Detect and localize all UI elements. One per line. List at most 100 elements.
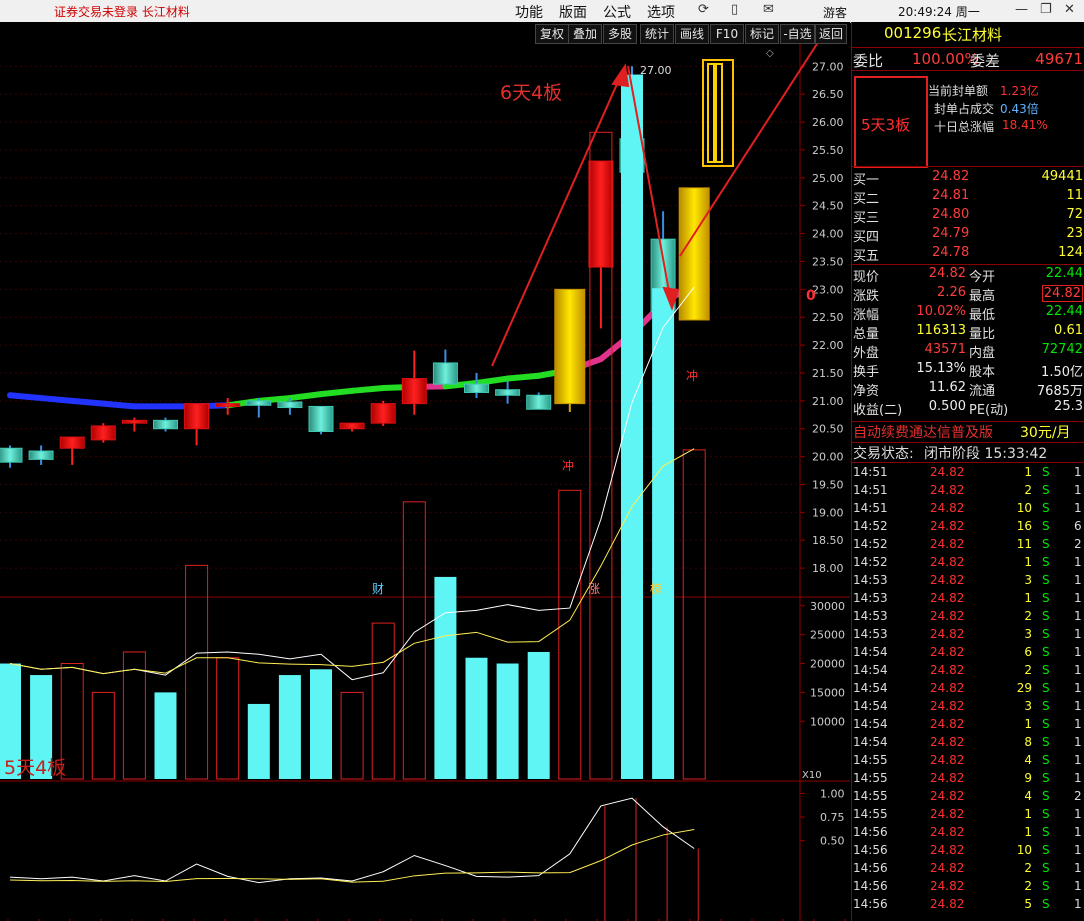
tick-side: S <box>1042 861 1050 875</box>
annotation-5d4b: 5天4板 <box>4 757 66 779</box>
volume-bar <box>465 657 488 779</box>
tick-time: 14:56 <box>853 843 888 857</box>
volume-tick-label: 15000 <box>810 686 845 699</box>
tick-time: 14:51 <box>853 483 888 497</box>
ma-segment <box>504 372 542 382</box>
candle-body <box>370 403 396 424</box>
tick-volume: 10 <box>1016 501 1032 515</box>
stat-value: 10.02% <box>916 304 966 319</box>
tick-price: 24.82 <box>930 771 965 785</box>
tick-price: 24.82 <box>930 573 965 587</box>
tick-time: 14:51 <box>853 501 888 515</box>
statistics-button[interactable]: 统计 <box>640 24 674 44</box>
login-notice[interactable]: 证券交易未登录 长江材料 <box>54 3 190 20</box>
mail-icon[interactable]: ✉ <box>763 2 774 17</box>
draw-line-button[interactable]: 画线 <box>675 24 709 44</box>
cai-marker: 财 <box>372 582 384 596</box>
bid-volume: 11 <box>1066 188 1083 203</box>
ma-segment <box>69 397 107 407</box>
price-tick-label: 25.00 <box>812 172 844 185</box>
bid-label: 买五 <box>853 249 880 264</box>
refresh-icon[interactable]: ⟳ <box>698 2 709 17</box>
bid-volume: 49441 <box>1041 169 1083 184</box>
menu-options[interactable]: 选项 <box>647 2 675 22</box>
menu-function[interactable]: 功能 <box>515 2 543 22</box>
bid-row[interactable]: 买四 24.79 23 <box>852 226 1084 245</box>
bid-row[interactable]: 买一 24.82 49441 <box>852 169 1084 188</box>
tick-time: 14:51 <box>853 465 888 479</box>
bid-volume: 23 <box>1066 226 1083 241</box>
promo-row[interactable]: 自动续费通达信普及版 30元/月 <box>852 422 1084 441</box>
tick-price: 24.82 <box>930 591 965 605</box>
return-button[interactable]: 返回 <box>815 24 847 44</box>
tick-count: 1 <box>1074 663 1082 677</box>
user-label[interactable]: 游客 <box>823 4 847 21</box>
tick-side: S <box>1042 699 1050 713</box>
vol-multiplier: X10 <box>802 770 822 781</box>
self-select-button[interactable]: -自选 <box>780 24 815 44</box>
tick-volume: 6 <box>1024 645 1032 659</box>
tick-side: S <box>1042 717 1050 731</box>
trade-tick-row: 14:56 24.82 2 S 1 <box>852 879 1084 897</box>
ma-segment <box>473 375 511 387</box>
tick-count: 2 <box>1074 537 1082 551</box>
trade-tick-row: 14:55 24.82 1 S 1 <box>852 807 1084 825</box>
volume-bar <box>216 657 240 780</box>
price-tick-label: 21.50 <box>812 367 844 380</box>
tick-side: S <box>1042 807 1050 821</box>
tick-count: 1 <box>1074 501 1082 515</box>
weibi-value: 100.00% <box>912 50 979 68</box>
candle-body <box>0 447 23 463</box>
diamond-icon[interactable]: ◇ <box>766 48 774 59</box>
menu-formula[interactable]: 公式 <box>603 2 631 22</box>
chart-toolbar: 复权 叠加 多股 统计 画线 F10 标记 -自选 返回 <box>0 22 850 44</box>
tick-count: 6 <box>1074 519 1082 533</box>
bid-label: 买四 <box>853 230 880 245</box>
indicator-panel <box>7 797 846 921</box>
mark-button[interactable]: 标记 <box>745 24 779 44</box>
minimize-icon[interactable]: — <box>1015 2 1028 17</box>
kline-chart[interactable]: 27.00 26.50 26.00 25.50 25.00 24.50 24.00 23.50… <box>0 44 850 921</box>
close-icon[interactable]: ✕ <box>1064 2 1075 17</box>
trade-tick-row: 14:55 24.82 4 S 2 <box>852 789 1084 807</box>
stat-value-2: 72742 <box>1041 342 1083 357</box>
candle-body <box>28 450 54 460</box>
tick-price: 24.82 <box>930 879 965 893</box>
stat-row: 涨跌 2.26 最高 24.82 <box>852 285 1084 304</box>
trade-tick-row: 14:56 24.82 1 S 1 <box>852 825 1084 843</box>
restore-icon[interactable]: ❐ <box>1040 2 1052 17</box>
f10-button[interactable]: F10 <box>710 24 744 44</box>
bid-price: 24.82 <box>932 169 970 184</box>
bid-row[interactable]: 买二 24.81 11 <box>852 188 1084 207</box>
bid-row[interactable]: 买三 24.80 72 <box>852 207 1084 226</box>
tick-volume: 10 <box>1016 843 1032 857</box>
stock-code: 001296 <box>884 24 942 42</box>
tick-price: 24.82 <box>930 483 965 497</box>
multi-stock-button[interactable]: 多股 <box>603 24 637 44</box>
price-tick-label: 20.00 <box>812 451 844 464</box>
ma-segment <box>100 400 138 410</box>
stat-value-2: 22.44 <box>1045 304 1083 319</box>
trade-tick-row: 14:51 24.82 10 S 1 <box>852 501 1084 519</box>
tick-side: S <box>1042 591 1050 605</box>
stat-value-2: 1.50亿 <box>1041 365 1083 380</box>
bid-row[interactable]: 买五 24.78 124 <box>852 245 1084 264</box>
indicator-tick-label: 1.00 <box>820 787 845 800</box>
trade-tick-row: 14:53 24.82 3 S 1 <box>852 573 1084 591</box>
stat-value-2: 24.82 <box>1041 285 1083 302</box>
menu-layout[interactable]: 版面 <box>559 2 587 22</box>
tick-side: S <box>1042 537 1050 551</box>
trade-tick-row: 14:54 24.82 8 S 1 <box>852 735 1084 753</box>
tick-time: 14:52 <box>853 555 888 569</box>
candle-body <box>59 436 85 449</box>
volume-bar <box>682 449 706 780</box>
bid-price: 24.80 <box>932 207 970 222</box>
overlay-button[interactable]: 叠加 <box>568 24 602 44</box>
fuquan-button[interactable]: 复权 <box>535 24 569 44</box>
tick-volume: 2 <box>1024 861 1032 875</box>
tick-volume: 4 <box>1024 753 1032 767</box>
tick-price: 24.82 <box>930 735 965 749</box>
tick-side: S <box>1042 663 1050 677</box>
phone-icon[interactable]: ▯ <box>731 2 738 17</box>
stat-label-2: 内盘 <box>969 346 996 361</box>
